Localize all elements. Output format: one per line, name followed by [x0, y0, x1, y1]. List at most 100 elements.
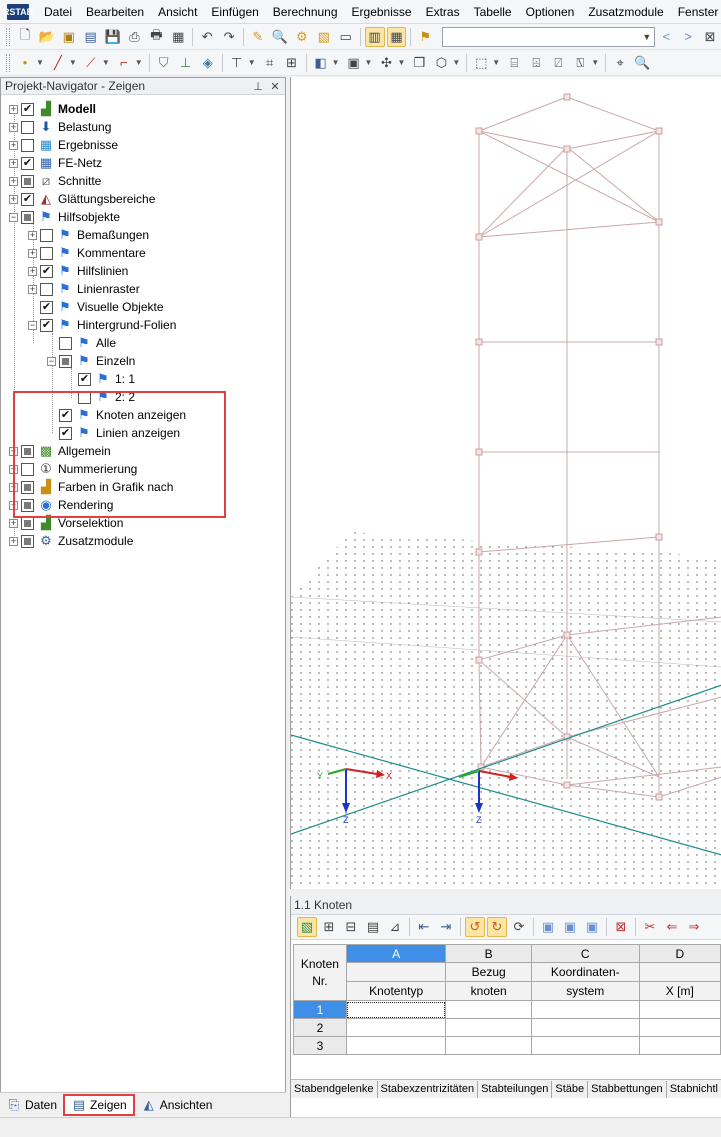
- edit-icon[interactable]: ✎: [248, 27, 268, 47]
- import-icon[interactable]: ⇤: [414, 917, 434, 937]
- surface-icon[interactable]: ◈: [198, 53, 218, 73]
- chevron-down-icon[interactable]: ▼: [492, 58, 500, 67]
- table-icon[interactable]: ▧: [314, 27, 334, 47]
- view-icon[interactable]: ◧: [311, 53, 331, 73]
- expand-icon[interactable]: +: [9, 122, 18, 132]
- export-icon[interactable]: ⇥: [436, 917, 456, 937]
- menu-berechnung[interactable]: Berechnung: [266, 0, 345, 24]
- table-edit-icon[interactable]: ▧: [297, 917, 317, 937]
- tree-item-checkbox[interactable]: [40, 300, 53, 314]
- previous-icon[interactable]: <: [656, 27, 676, 47]
- report-icon[interactable]: ▦: [168, 27, 188, 47]
- table-cell[interactable]: [530, 1000, 640, 1019]
- results-toggle-icon[interactable]: ⊠: [700, 27, 720, 47]
- rotate-icon[interactable]: ✣: [376, 53, 396, 73]
- filter-c-icon[interactable]: ▣: [582, 917, 602, 937]
- collapse-icon[interactable]: −: [28, 320, 37, 330]
- table-row[interactable]: 2: [293, 1018, 721, 1037]
- expand-icon[interactable]: +: [28, 248, 37, 258]
- expand-icon[interactable]: +: [9, 176, 18, 186]
- menu-fenster[interactable]: Fenster: [671, 0, 721, 24]
- tree-item[interactable]: + ◭ Glättungsbereiche: [9, 190, 155, 208]
- table-insert-icon[interactable]: ⊞: [319, 917, 339, 937]
- filter-a-icon[interactable]: ▣: [538, 917, 558, 937]
- node-icon[interactable]: •: [15, 53, 35, 73]
- grid-icon[interactable]: ⊞: [282, 53, 302, 73]
- toolbar-grip[interactable]: [6, 27, 10, 46]
- graphic-view[interactable]: X Y Z Z: [290, 77, 721, 889]
- guideline-icon[interactable]: ⌗: [260, 53, 280, 73]
- table-cell[interactable]: [445, 1018, 532, 1037]
- tab-daten[interactable]: ⎘ Daten: [0, 1094, 63, 1116]
- tree-item[interactable]: + ⚑ Bemaßungen: [28, 226, 149, 244]
- hinge-icon[interactable]: ⊥: [176, 53, 196, 73]
- menu-zusatzmodule[interactable]: Zusatzmodule: [581, 0, 670, 24]
- close-icon[interactable]: ✕: [268, 80, 282, 93]
- tab-stabnichtlinearitaeten[interactable]: Stabnichtl: [667, 1080, 721, 1098]
- refresh-icon[interactable]: ⟳: [509, 917, 529, 937]
- tab-staebe[interactable]: Stäbe: [552, 1080, 589, 1098]
- toolbar-grip[interactable]: [6, 53, 10, 72]
- gear-icon[interactable]: ⚙: [292, 27, 312, 47]
- chevron-down-icon[interactable]: ▼: [591, 58, 599, 67]
- table-cell[interactable]: [345, 1000, 447, 1019]
- table-chart-icon[interactable]: ⊿: [385, 917, 405, 937]
- insert-row-icon[interactable]: ⇐: [662, 917, 682, 937]
- open-model-icon[interactable]: ▣: [59, 27, 79, 47]
- table-cell[interactable]: [638, 1018, 721, 1037]
- tree-item[interactable]: ⚑ Alle: [47, 334, 116, 352]
- table-cell[interactable]: [445, 1000, 532, 1019]
- tab-zeigen[interactable]: ▤ Zeigen: [63, 1094, 135, 1116]
- table-toggle-icon[interactable]: ▦: [386, 26, 407, 47]
- tab-stabexzentrizitaeten[interactable]: Stabexzentrizitäten: [378, 1080, 479, 1098]
- expand-icon[interactable]: +: [28, 230, 37, 240]
- tree-item-checkbox[interactable]: [21, 534, 34, 548]
- expand-icon[interactable]: +: [28, 266, 37, 276]
- tree-item-checkbox[interactable]: [78, 372, 91, 386]
- tree-item-checkbox[interactable]: [40, 228, 53, 242]
- tab-ansichten[interactable]: ◭ Ansichten: [135, 1094, 219, 1116]
- filter-b-icon[interactable]: ▣: [560, 917, 580, 937]
- line-icon[interactable]: ╱: [48, 53, 68, 73]
- undo-icon[interactable]: ↶: [197, 27, 217, 47]
- tree-item-checkbox[interactable]: [59, 336, 72, 350]
- table-row[interactable]: 3: [293, 1036, 721, 1055]
- chevron-down-icon[interactable]: ▼: [102, 58, 110, 67]
- append-row-icon[interactable]: ⇒: [684, 917, 704, 937]
- tree-item[interactable]: + ⚙ Zusatzmodule: [9, 532, 133, 550]
- tree-item-checkbox[interactable]: [21, 192, 34, 206]
- tree-item[interactable]: + ⚑ Kommentare: [28, 244, 146, 262]
- sync-view-icon[interactable]: ↻: [487, 917, 507, 937]
- save-model-icon[interactable]: ▤: [81, 27, 101, 47]
- tree-item[interactable]: + ▦ FE-Netz: [9, 154, 102, 172]
- expand-icon[interactable]: +: [28, 284, 37, 294]
- save-icon[interactable]: 💾: [103, 27, 123, 47]
- measure-icon[interactable]: ⌖: [610, 53, 630, 73]
- chevron-down-icon[interactable]: ▼: [69, 58, 77, 67]
- dimension-icon[interactable]: ⊤: [227, 53, 247, 73]
- delete-icon[interactable]: ⊠: [611, 917, 631, 937]
- chevron-down-icon[interactable]: ▼: [365, 58, 373, 67]
- menu-optionen[interactable]: Optionen: [519, 0, 582, 24]
- tree-item-checkbox[interactable]: [40, 282, 53, 296]
- pin-icon[interactable]: ⊥: [251, 80, 265, 93]
- expand-icon[interactable]: +: [9, 518, 18, 528]
- row-number[interactable]: 1: [293, 1000, 347, 1019]
- table-row[interactable]: 1: [293, 1000, 721, 1019]
- chevron-down-icon[interactable]: ▼: [248, 58, 256, 67]
- table-copy-icon[interactable]: ▤: [363, 917, 383, 937]
- tree-item[interactable]: − ⚑ Einzeln: [47, 352, 135, 370]
- tree-item-checkbox[interactable]: [21, 516, 34, 530]
- expand-icon[interactable]: +: [9, 104, 18, 114]
- tree-item-checkbox[interactable]: [21, 120, 34, 134]
- tree-item-checkbox[interactable]: [21, 138, 34, 152]
- window-icon[interactable]: ▭: [336, 27, 356, 47]
- menu-ansicht[interactable]: Ansicht: [151, 0, 204, 24]
- table-cell[interactable]: [530, 1036, 640, 1055]
- tree-item[interactable]: + ▟ Modell: [9, 100, 96, 118]
- app-logo-icon[interactable]: RSTAB: [3, 3, 33, 20]
- menu-datei[interactable]: Datei: [37, 0, 79, 24]
- sync-selection-icon[interactable]: ↺: [465, 917, 485, 937]
- loadcase-icon[interactable]: ⚑: [415, 27, 435, 47]
- member-icon[interactable]: ⟋: [81, 53, 101, 73]
